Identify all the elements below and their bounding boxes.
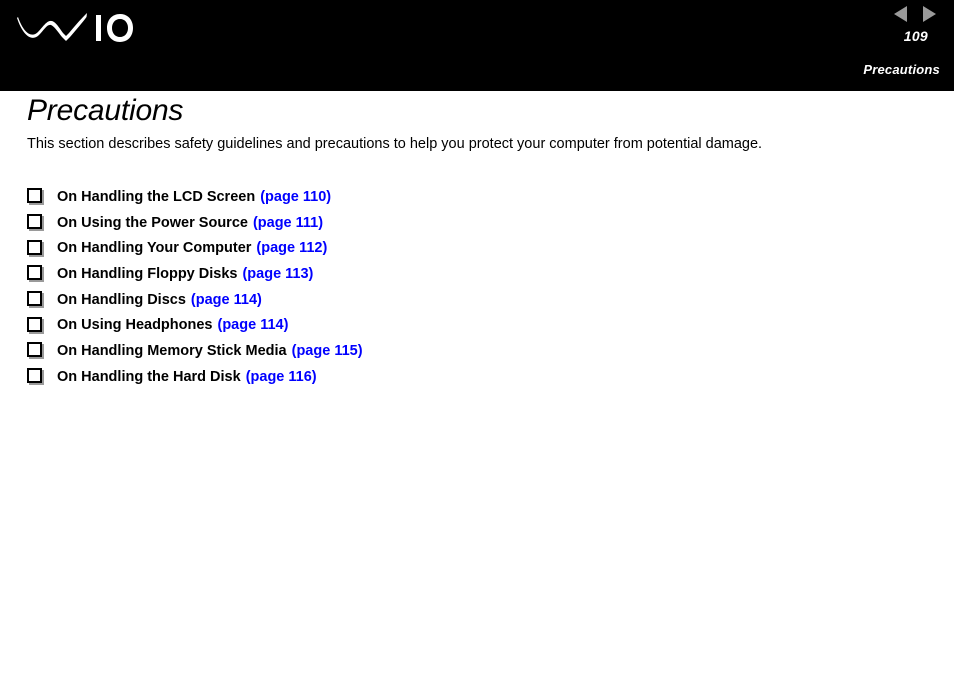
list-item-label: On Handling Memory Stick Media <box>57 343 287 360</box>
list-item[interactable]: On Handling the Hard Disk (page 116) <box>27 366 827 392</box>
list-item-label: On Handling Discs <box>57 291 186 308</box>
list-item-page-link[interactable]: (page 110) <box>260 189 331 205</box>
list-item[interactable]: On Handling the LCD Screen (page 110) <box>27 186 827 212</box>
list-item-page-link[interactable]: (page 113) <box>242 266 313 282</box>
list-item-page-link[interactable]: (page 114) <box>218 317 289 333</box>
list-item[interactable]: On Handling Discs (page 114) <box>27 289 827 315</box>
list-item-label: On Using Headphones <box>57 317 213 334</box>
page-number: 109 <box>903 28 928 44</box>
list-item[interactable]: On Using Headphones (page 114) <box>27 314 827 340</box>
list-item-page-link[interactable]: (page 115) <box>292 343 363 359</box>
list-item[interactable]: On Using the Power Source (page 111) <box>27 212 827 238</box>
list-item-label: On Handling Floppy Disks <box>57 266 238 283</box>
next-page-arrow-icon[interactable] <box>923 5 936 22</box>
list-item-page-link[interactable]: (page 116) <box>246 369 317 385</box>
bullet-square-icon <box>27 291 42 307</box>
list-item-label: On Handling Your Computer <box>57 240 252 257</box>
precautions-toc-list: On Handling the LCD Screen (page 110) On … <box>27 186 827 392</box>
header-section-label: Precautions <box>863 62 940 77</box>
list-item-page-link[interactable]: (page 112) <box>256 240 327 256</box>
bullet-square-icon <box>27 368 42 384</box>
previous-page-arrow-icon[interactable] <box>894 5 907 22</box>
list-item-label: On Using the Power Source <box>57 214 248 231</box>
header-band: 109 Precautions <box>0 0 954 91</box>
bullet-square-icon <box>27 188 42 204</box>
bullet-square-icon <box>27 265 42 281</box>
list-item[interactable]: On Handling Memory Stick Media (page 115) <box>27 340 827 366</box>
bullet-square-icon <box>27 213 42 229</box>
page-nav-arrows <box>740 5 940 23</box>
list-item-label: On Handling the LCD Screen <box>57 189 256 205</box>
vaio-logo <box>16 8 134 44</box>
list-item-page-link[interactable]: (page 111) <box>253 215 323 231</box>
list-item[interactable]: On Handling Floppy Disks (page 113) <box>27 263 827 289</box>
list-item-page-link[interactable]: (page 114) <box>191 292 262 308</box>
list-item[interactable]: On Handling Your Computer (page 112) <box>27 237 827 263</box>
header-navigation: 109 <box>740 5 940 44</box>
page-body: Precautions This section describes safet… <box>0 91 954 674</box>
page-title: Precautions <box>27 94 184 127</box>
list-item-label: On Handling the Hard Disk <box>57 368 241 385</box>
bullet-square-icon <box>27 239 42 255</box>
bullet-square-icon <box>27 316 42 332</box>
intro-paragraph: This section describes safety guidelines… <box>27 136 763 152</box>
bullet-square-icon <box>27 342 42 358</box>
